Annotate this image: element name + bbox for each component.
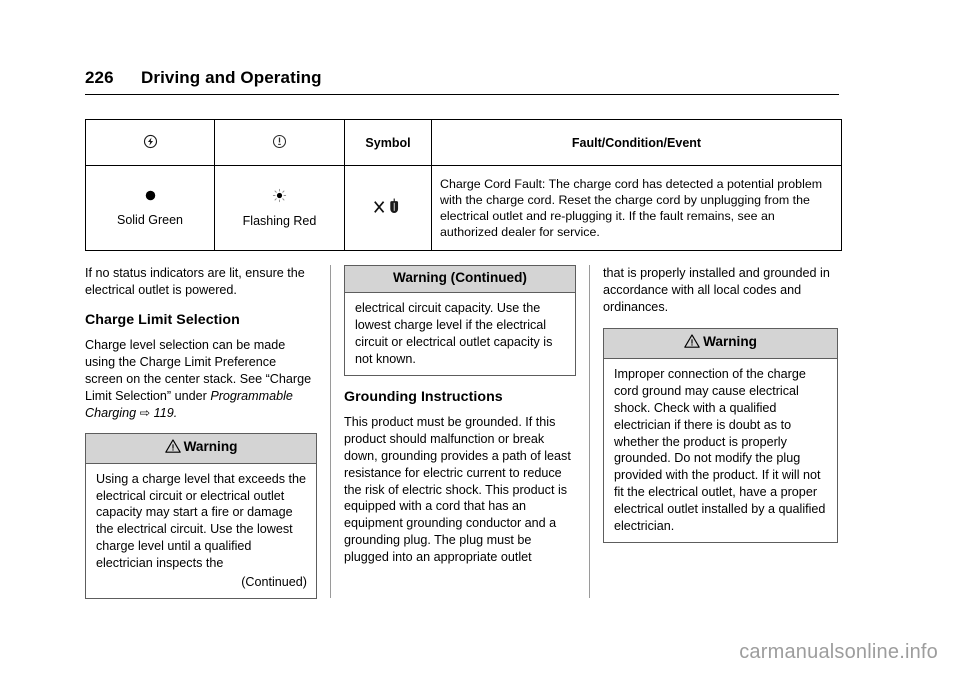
warning-continued-label: (Continued) (241, 575, 307, 590)
header-cell-charging-indicator (85, 119, 215, 166)
cell-symbol (344, 165, 432, 251)
page-header: 226 Driving and Operating (85, 68, 839, 95)
table-row: Solid Green Flashing Red Charge Cord Fau… (85, 165, 842, 251)
page-number: 226 (85, 68, 114, 87)
page-title: Driving and Operating (141, 68, 322, 87)
charge-status-table: Symbol Fault/Condition/Event Solid Green (85, 119, 842, 251)
charge-limit-selection-heading: Charge Limit Selection (85, 311, 240, 328)
table-header-row: Symbol Fault/Condition/Event (85, 119, 842, 166)
warning-box-body: Improper connection of the charge cord g… (614, 366, 826, 534)
left-text-column: If no status indicators are lit, ensure … (85, 265, 317, 611)
warning-continued-body: electrical circuit capacity. Use the low… (355, 300, 553, 366)
exclamation-circle-icon (272, 134, 287, 152)
warning-box-body: Using a charge level that exceeds the el… (86, 464, 316, 599)
middle-text-column: Warning (Continued) electrical circuit c… (344, 265, 576, 578)
warning-box-charge-level: Warning Using a charge level that exceed… (85, 432, 317, 600)
warning-box-header: Warning (86, 433, 316, 464)
warning-continued-header: Warning (Continued) (345, 266, 575, 293)
warning-title: Warning (703, 333, 757, 349)
warning-triangle-icon (684, 334, 700, 352)
cell-flashing-red-indicator: Flashing Red (214, 165, 345, 251)
charging-bolt-circle-icon (143, 134, 158, 152)
cell-solid-green-indicator: Solid Green (85, 165, 215, 251)
warning-box-grounding: Warning Improper connection of the charg… (603, 327, 838, 544)
column-divider-2 (589, 265, 590, 598)
charge-limit-body-paragraph: Charge level selection can be made using… (85, 337, 317, 422)
warning-triangle-icon (164, 439, 181, 457)
flashing-dot-icon (217, 188, 342, 206)
flashing-red-label: Flashing Red (242, 214, 317, 229)
warning-box-header: Warning (604, 328, 837, 359)
solid-dot-icon (88, 189, 212, 205)
warning-title: Warning (183, 438, 238, 454)
solid-green-label: Solid Green (116, 213, 183, 228)
site-watermark: carmanualsonline.info (739, 641, 938, 663)
grounding-instructions-paragraph: This product must be grounded. If this p… (344, 414, 571, 565)
grounding-continuation-paragraph: that is properly installed and grounded … (603, 266, 830, 314)
header-divider-rule (85, 94, 839, 95)
cell-fault-description: Charge Cord Fault: The charge cord has d… (431, 165, 842, 251)
header-cell-fault-indicator (214, 119, 345, 166)
right-text-column: that is properly installed and grounded … (603, 265, 838, 555)
warning-box-continued: Warning (Continued) electrical circuit c… (344, 265, 576, 376)
cross-reference-arrow-icon: ⇨ (139, 405, 151, 420)
page-header-row: 226 Driving and Operating (85, 68, 839, 88)
grounding-instructions-heading: Grounding Instructions (344, 388, 503, 405)
warning-body-text: Using a charge level that exceeds the el… (96, 471, 307, 571)
header-cell-symbol: Symbol (344, 119, 432, 166)
cross-reference-page-number[interactable]: 119 (154, 406, 174, 420)
intro-paragraph: If no status indicators are lit, ensure … (85, 266, 305, 297)
column-divider-1 (330, 265, 331, 598)
header-cell-fault-condition-event: Fault/Condition/Event (431, 119, 842, 166)
cross-reference-suffix: . (173, 405, 178, 420)
x-charge-plug-icon (373, 198, 403, 219)
